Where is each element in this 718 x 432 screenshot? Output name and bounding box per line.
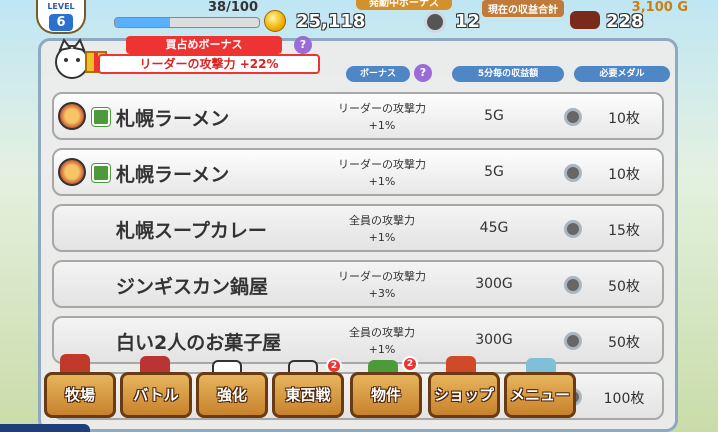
property-effect: 全員の攻撃力 +1% (314, 212, 450, 246)
property-income: 5G (484, 164, 504, 180)
medal-icon (564, 276, 582, 294)
medal-count: 12 (455, 11, 481, 32)
property-name: 札幌ラーメン (116, 108, 230, 130)
property-income: 5G (484, 108, 504, 124)
monopoly-bonus-banner: 買占めボーナス ? リーダーの攻撃力 +22% (88, 36, 324, 76)
column-bonus: ボーナス (346, 66, 410, 82)
active-bonus-button[interactable]: 発動中ボーナス (356, 0, 452, 10)
medal-icon (564, 220, 582, 238)
effect-value: +3% (368, 287, 396, 300)
property-name: ジンギスカン鍋屋 (116, 276, 269, 298)
property-effect: リーダーの攻撃力 +3% (314, 268, 450, 302)
required-medals: 50枚 (608, 335, 640, 351)
medal-icon (564, 332, 582, 350)
list-item[interactable]: ジンギスカン鍋屋 リーダーの攻撃力 +3% 300G 50枚 (52, 260, 664, 308)
meat-icon (570, 11, 600, 29)
medal-icon (564, 108, 582, 126)
effect-text: リーダーの攻撃力 (338, 270, 426, 283)
ramen-icon (58, 158, 86, 186)
medal-icon (424, 11, 446, 33)
effect-value: +1% (368, 119, 396, 132)
required-medals: 10枚 (608, 167, 640, 183)
bonus-description: リーダーの攻撃力 +22% (98, 54, 320, 74)
nav-shop-button[interactable]: ショップ (428, 372, 500, 418)
coin-icon (264, 10, 286, 32)
owned-badge-icon (92, 108, 110, 126)
list-item[interactable]: 札幌ラーメン リーダーの攻撃力 +1% 5G 10枚 (52, 92, 664, 140)
property-income: 300G (475, 276, 513, 292)
property-badge: 2 (402, 356, 418, 372)
property-income: 45G (479, 220, 509, 236)
bonus-title: 買占めボーナス (126, 36, 282, 54)
nav-battle-button[interactable]: バトル (120, 372, 192, 418)
bottom-nav: 牧場 バトル 強化 2 東西戦 2 物件 ショップ メニュー (0, 352, 718, 432)
xp-meter: 38/100 (110, 0, 262, 30)
column-income: 5分毎の収益額 (452, 66, 564, 82)
effect-text: リーダーの攻撃力 (338, 158, 426, 171)
property-effect: リーダーの攻撃力 +1% (314, 156, 450, 190)
required-medals: 15枚 (608, 223, 640, 239)
list-item[interactable]: 札幌ラーメン リーダーの攻撃力 +1% 5G 10枚 (52, 148, 664, 196)
effect-text: 全員の攻撃力 (349, 214, 415, 227)
level-label: LEVEL (47, 2, 75, 11)
nav-property-button[interactable]: 物件 (350, 372, 422, 418)
nav-farm-button[interactable]: 牧場 (44, 372, 116, 418)
owned-badge-icon (92, 164, 110, 182)
medal-icon (564, 164, 582, 182)
top-hud: LEVEL 6 38/100 25,118 発動中ボーナス 12 現在の収益合計… (0, 0, 718, 36)
required-medals: 10枚 (608, 111, 640, 127)
level-bar (0, 424, 90, 432)
effect-text: リーダーの攻撃力 (338, 102, 426, 115)
property-name: 白い2人のお菓子屋 (116, 332, 282, 354)
nav-powerup-button[interactable]: 強化 (196, 372, 268, 418)
income-summary[interactable]: 現在の収益合計 3,100 G 228 (478, 0, 718, 36)
income-value: 228 (606, 11, 644, 32)
ramen-icon (58, 102, 86, 130)
effect-value: +1% (368, 175, 396, 188)
column-medal: 必要メダル (574, 66, 670, 82)
level-badge: LEVEL 6 (36, 0, 86, 34)
required-medals: 50枚 (608, 279, 640, 295)
nav-menu-button[interactable]: メニュー (504, 372, 576, 418)
nav-eastwest-button[interactable]: 東西戦 (272, 372, 344, 418)
effect-text: 全員の攻撃力 (349, 326, 415, 339)
coin-count: 25,118 (296, 11, 366, 32)
property-effect: リーダーの攻撃力 +1% (314, 100, 450, 134)
xp-bar (114, 17, 260, 28)
property-income: 300G (475, 332, 513, 348)
property-name: 札幌スープカレー (116, 220, 267, 242)
xp-fill (115, 18, 170, 27)
xp-text: 38/100 (208, 0, 258, 15)
effect-value: +1% (368, 231, 396, 244)
column-bonus-help-icon[interactable]: ? (414, 64, 432, 82)
property-name: 札幌ラーメン (116, 164, 230, 186)
level-value: 6 (49, 14, 73, 31)
bonus-help-icon[interactable]: ? (294, 36, 312, 54)
list-item[interactable]: 札幌スープカレー 全員の攻撃力 +1% 45G 15枚 (52, 204, 664, 252)
income-label: 現在の収益合計 (482, 0, 564, 17)
